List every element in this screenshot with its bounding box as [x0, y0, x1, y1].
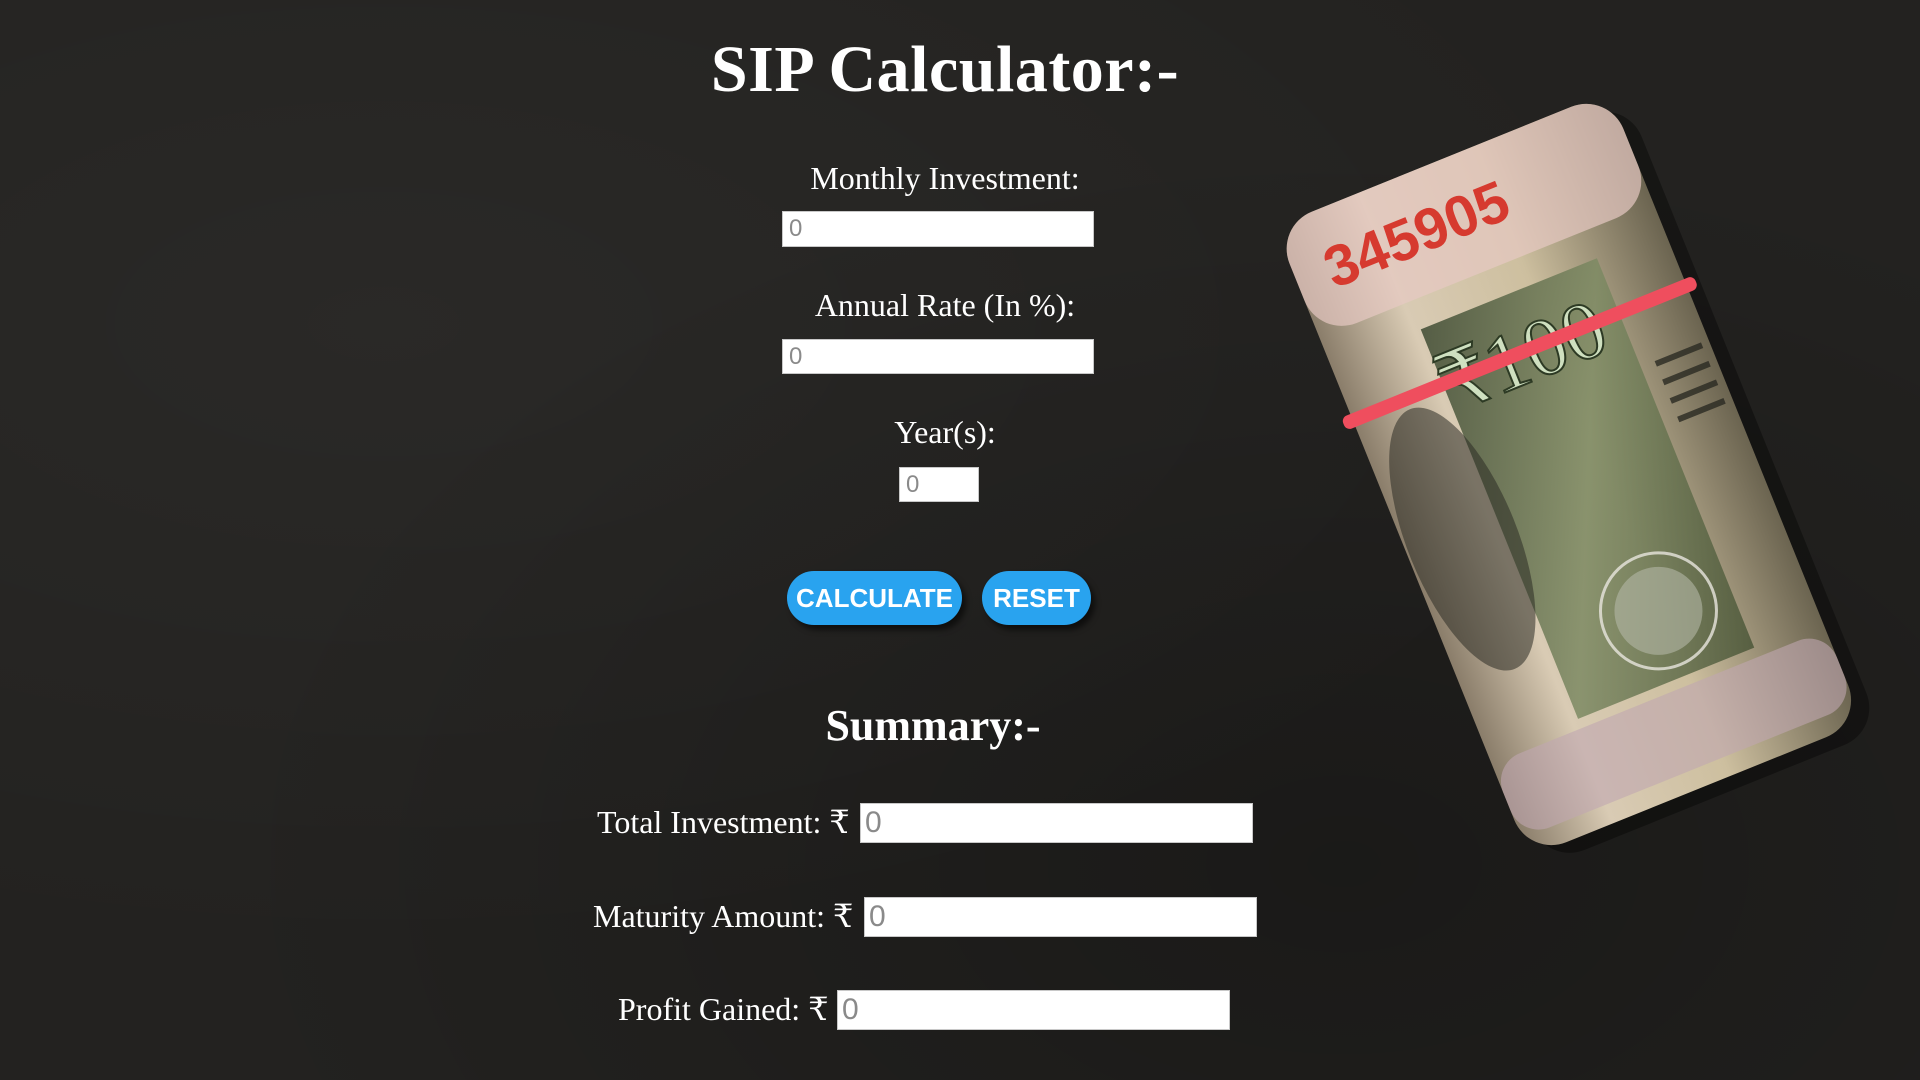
years-input[interactable] [899, 467, 979, 502]
monthly-investment-input[interactable] [782, 211, 1094, 247]
total-investment-label: Total Investment: ₹ [597, 804, 850, 840]
profit-gained-label: Profit Gained: ₹ [618, 991, 829, 1027]
profit-gained-output[interactable] [837, 990, 1230, 1030]
rolled-rupee-notes-image: 345905 ₹100 [1286, 103, 1870, 853]
maturity-amount-label: Maturity Amount: ₹ [593, 898, 854, 934]
reset-button[interactable]: RESET [982, 571, 1091, 625]
total-investment-output[interactable] [860, 803, 1253, 843]
annual-rate-input[interactable] [782, 339, 1094, 374]
calculate-button[interactable]: CALCULATE [787, 571, 962, 625]
maturity-amount-output[interactable] [864, 897, 1257, 937]
